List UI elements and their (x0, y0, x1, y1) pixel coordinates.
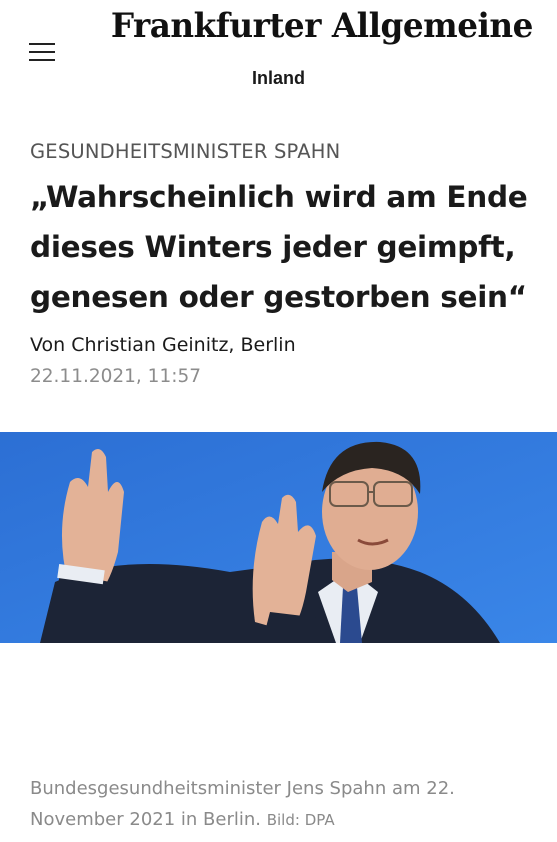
site-header: Frankfurter Allgemeine Inland (0, 0, 557, 110)
article-headline: „Wahrscheinlich wird am Ende dieses Wint… (30, 180, 528, 314)
article-kicker: GESUNDHEITSMINISTER SPAHN (30, 140, 341, 163)
portrait-illustration (0, 432, 557, 643)
photo-credit: Bild: DPA (266, 811, 335, 829)
section-title[interactable]: Inland (0, 68, 557, 89)
article-byline: Von Christian Geinitz, Berlin (30, 334, 296, 356)
hamburger-menu-icon[interactable] (29, 42, 55, 62)
article-timestamp: 22.11.2021, 11:57 (30, 366, 201, 387)
article-photo[interactable] (0, 432, 557, 643)
site-logo[interactable]: Frankfurter Allgemeine (111, 2, 534, 50)
photo-caption: Bundesgesundheitsminister Jens Spahn am … (30, 773, 530, 836)
caption-text: Bundesgesundheitsminister Jens Spahn am … (30, 778, 455, 830)
